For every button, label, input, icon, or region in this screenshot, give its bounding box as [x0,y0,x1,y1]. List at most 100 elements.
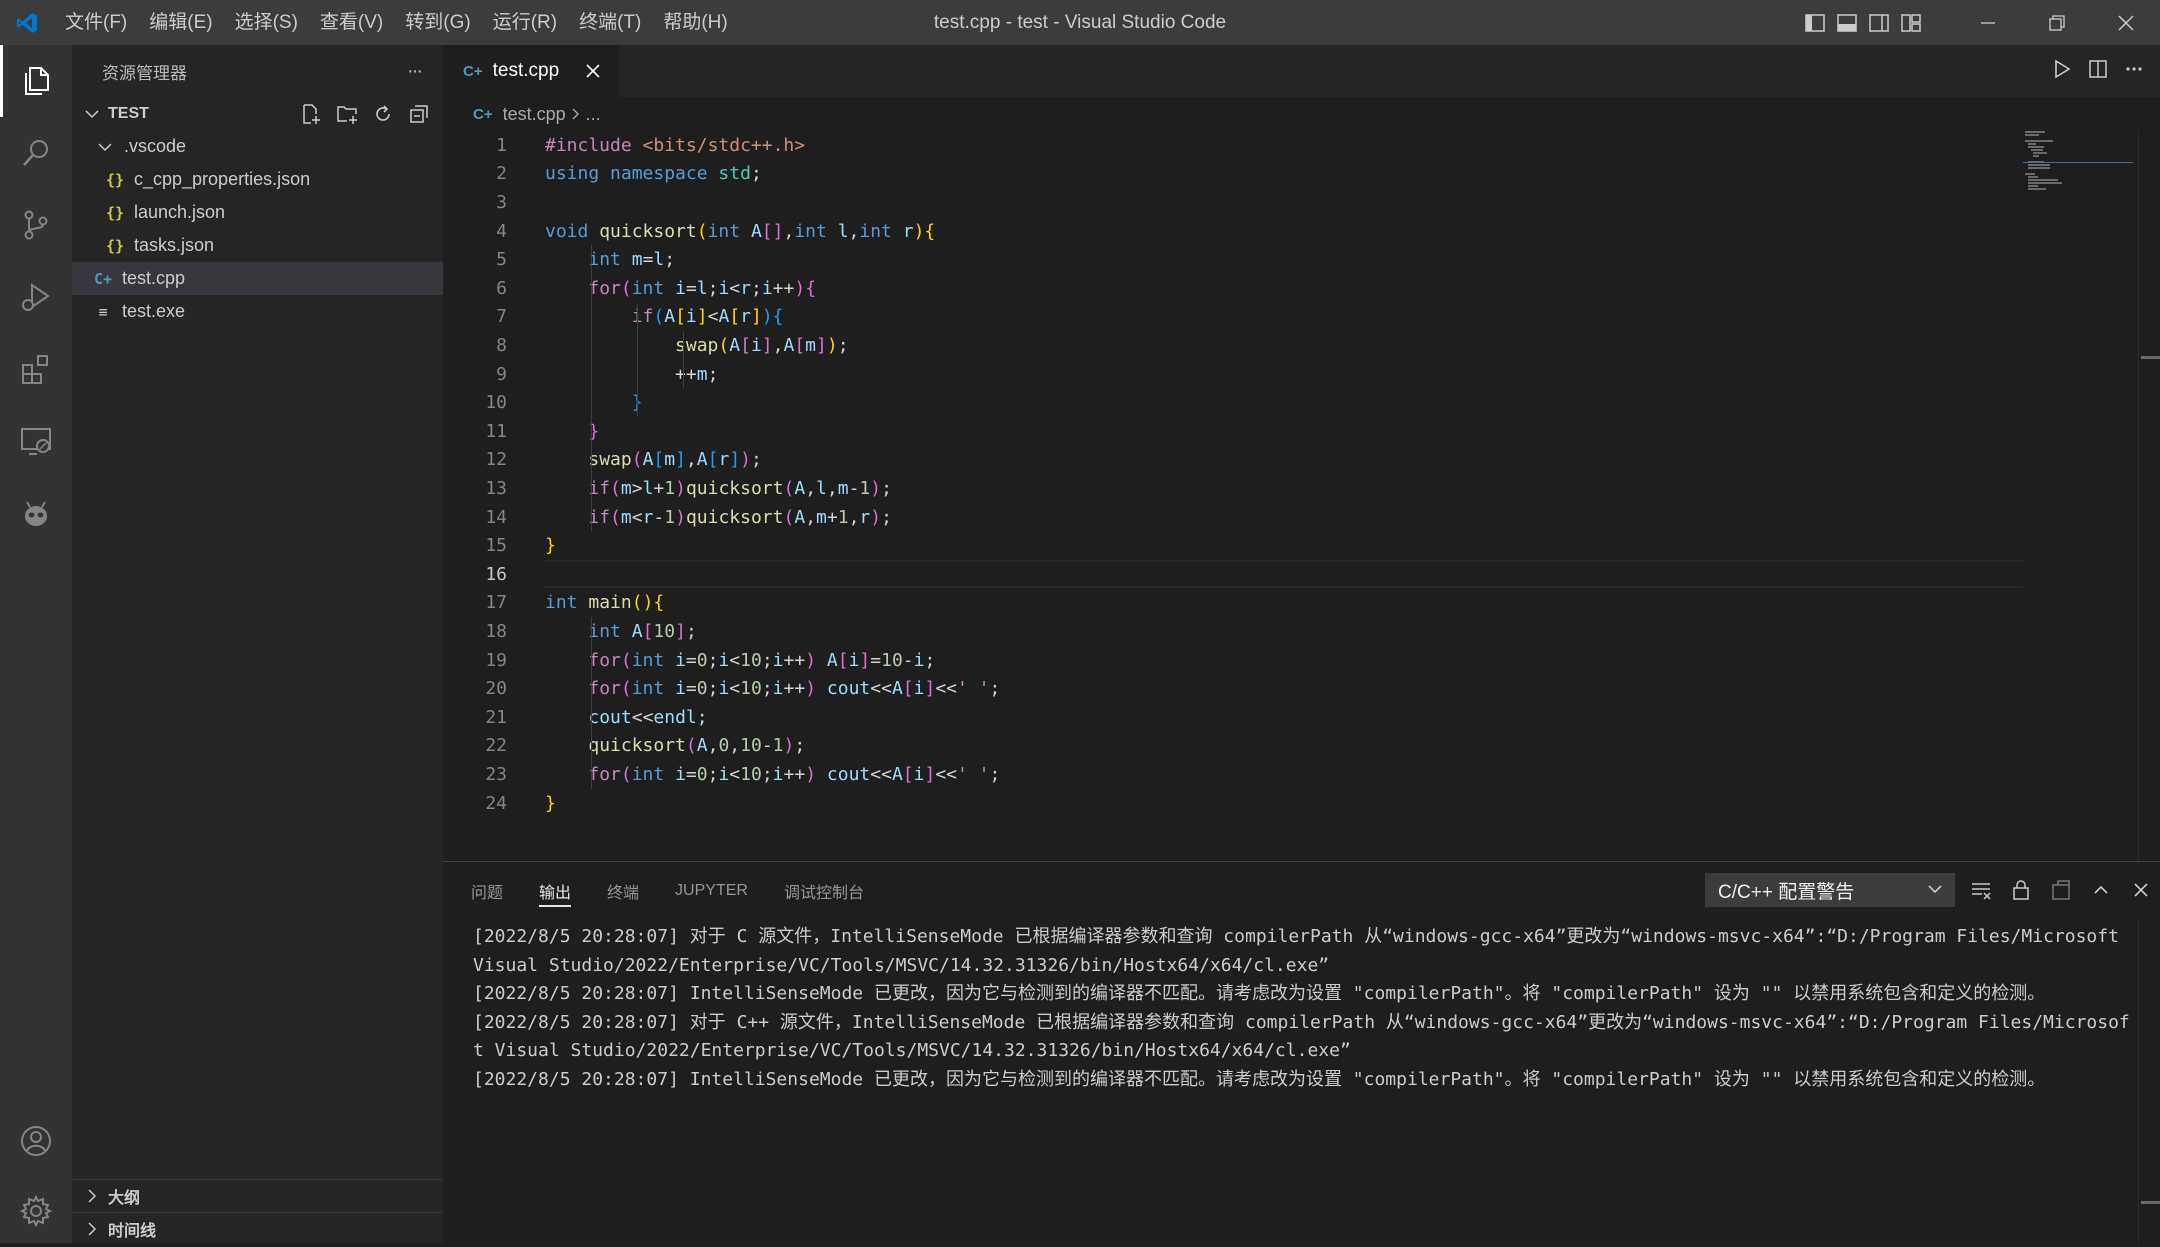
extension-alien-icon[interactable] [0,477,72,549]
tab-test-cpp[interactable]: C+ test.cpp [443,45,619,97]
tree-item-label: test.cpp [122,268,186,288]
code-line[interactable]: 23 for(int i=0;i<10;i++) cout<<A[i]<<' '… [443,760,2023,789]
code-text: void quicksort(int A[],int l,int r){ [545,220,936,242]
line-number: 4 [496,220,507,242]
code-line[interactable]: 1 #include <bits/stdc++.h> [443,131,2023,160]
menu-selection[interactable]: 选择(S) [224,0,309,45]
code-line[interactable]: 18 int A[10]; [443,617,2023,646]
breadcrumb-file[interactable]: test.cpp [503,104,566,125]
menu-run[interactable]: 运行(R) [482,0,568,45]
code-line[interactable]: 2 using namespace std; [443,160,2023,189]
output-channel-label: C/C++ 配置警告 [1718,881,1855,903]
run-icon[interactable] [2052,59,2072,84]
line-number: 2 [496,163,507,185]
settings-gear-icon[interactable] [0,1175,72,1247]
json-file-icon: {} [105,203,125,222]
clear-output-icon[interactable] [1967,876,1995,904]
refresh-icon[interactable] [369,100,397,128]
code-line[interactable]: 5 int m=l; [443,245,2023,274]
editor-scrollbar[interactable] [2138,131,2160,861]
code-line[interactable]: 19 for(int i=0;i<10;i++) A[i]=10-i; [443,646,2023,675]
code-line[interactable]: 6 for(int i=l;i<r;i++){ [443,274,2023,303]
code-line[interactable]: 11 } [443,417,2023,446]
toggle-secondary-sidebar-icon[interactable] [1863,0,1895,45]
code-editor[interactable]: 1 #include <bits/stdc++.h> 2 using namespac… [443,131,2023,861]
output-channel-select[interactable]: C/C++ 配置警告 [1705,873,1955,907]
tree-file-launch[interactable]: {} launch.json [72,196,443,229]
close-window-icon[interactable] [2091,0,2160,45]
tree-file-test-cpp[interactable]: C+ test.cpp [72,262,443,295]
close-icon[interactable] [581,59,605,83]
tab-terminal[interactable]: 终端 [607,862,639,919]
close-panel-icon[interactable] [2127,876,2155,904]
code-line[interactable]: 21 cout<<endl; [443,703,2023,732]
lock-scroll-icon[interactable] [2007,876,2035,904]
menu-view[interactable]: 查看(V) [309,0,394,45]
code-line[interactable]: 24} [443,789,2023,818]
code-line[interactable]: 13 if(m>l+1)quicksort(A,l,m-1); [443,474,2023,503]
code-line[interactable]: 8 swap(A[i],A[m]); [443,331,2023,360]
code-line[interactable]: 3 [443,188,2023,217]
remote-explorer-icon[interactable] [0,405,72,477]
explorer-icon[interactable] [0,45,72,117]
code-line[interactable]: 12 swap(A[m],A[r]); [443,446,2023,475]
code-line[interactable]: 7 if(A[i]<A[r]){ [443,303,2023,332]
tab-problems[interactable]: 问题 [471,862,503,919]
code-line[interactable]: 9 ++m; [443,360,2023,389]
minimize-icon[interactable] [1953,0,2022,45]
folder-section-header[interactable]: TEST [72,97,443,130]
outline-section[interactable]: 大纲 [72,1179,443,1212]
more-actions-icon[interactable] [2124,59,2144,84]
menu-help[interactable]: 帮助(H) [652,0,738,45]
code-line[interactable]: 10 } [443,388,2023,417]
indent-guide [591,245,592,532]
source-control-icon[interactable] [0,189,72,261]
tree-folder-vscode[interactable]: .vscode [72,130,443,163]
menu-edit[interactable]: 编辑(E) [138,0,223,45]
accounts-icon[interactable] [0,1105,72,1177]
code-line[interactable]: 15} [443,531,2023,560]
restore-icon[interactable] [2022,0,2091,45]
tree-file-test-exe[interactable]: ≡ test.exe [72,295,443,328]
code-line[interactable]: 20 for(int i=0;i<10;i++) cout<<A[i]<<' '… [443,674,2023,703]
line-number: 6 [496,277,507,299]
tab-jupyter[interactable]: JUPYTER [675,862,748,919]
open-in-editor-icon[interactable] [2047,876,2075,904]
tab-debug-console[interactable]: 调试控制台 [784,862,864,919]
code-line[interactable]: 4 void quicksort(int A[],int l,int r){ [443,217,2023,246]
run-and-debug-icon[interactable] [0,261,72,333]
collapse-all-icon[interactable] [405,100,433,128]
toggle-primary-sidebar-icon[interactable] [1799,0,1831,45]
menu-file[interactable]: 文件(F) [54,0,138,45]
line-number: 24 [485,792,507,814]
menu-go[interactable]: 转到(G) [394,0,481,45]
new-folder-icon[interactable] [333,100,361,128]
tab-output[interactable]: 输出 [539,862,572,919]
line-number: 23 [485,763,507,785]
json-file-icon: {} [105,236,125,255]
minimap[interactable] [2023,131,2133,861]
chevron-right-icon [76,1222,108,1236]
code-line[interactable]: 22 quicksort(A,0,10-1); [443,732,2023,761]
tree-file-c-cpp-properties[interactable]: {} c_cpp_properties.json [72,163,443,196]
extensions-icon[interactable] [0,333,72,405]
tree-file-tasks[interactable]: {} tasks.json [72,229,443,262]
new-file-icon[interactable] [297,100,325,128]
search-icon[interactable] [0,117,72,189]
breadcrumb-symbol[interactable]: ... [586,104,601,125]
vscode-logo-icon [0,0,54,45]
code-text: using namespace std; [545,163,762,185]
tab-label: test.cpp [492,60,560,81]
split-editor-icon[interactable] [2088,59,2108,84]
customize-layout-icon[interactable] [1895,0,1927,45]
line-number: 7 [496,306,507,328]
toggle-panel-icon[interactable] [1831,0,1863,45]
code-line[interactable]: 17 int main(){ [443,589,2023,618]
maximize-panel-icon[interactable] [2087,876,2115,904]
code-line[interactable]: 14 if(m<r-1)quicksort(A,m+1,r); [443,503,2023,532]
more-actions-icon[interactable]: ··· [407,60,423,83]
menu-terminal[interactable]: 终端(T) [568,0,652,45]
timeline-section[interactable]: 时间线 [72,1212,443,1245]
code-line[interactable]: 16 [443,560,2023,589]
panel-scrollbar[interactable] [2138,919,2160,1244]
